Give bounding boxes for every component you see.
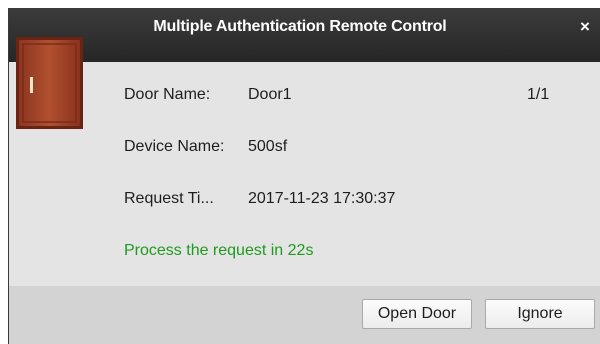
request-counter: 1/1 (527, 86, 550, 103)
close-icon[interactable]: × (580, 0, 590, 54)
request-time-label: Request Ti... (124, 190, 214, 207)
auth-dialog (8, 8, 600, 344)
door-name-label: Door Name: (124, 86, 211, 103)
ignore-button[interactable]: Ignore (485, 299, 595, 329)
status-message: Process the request in 22s (124, 242, 314, 259)
request-time-value: 2017-11-23 17:30:37 (248, 190, 396, 207)
open-door-button[interactable]: Open Door (362, 299, 472, 329)
dialog-title: Multiple Authentication Remote Control (153, 18, 447, 35)
device-name-value: 500sf (248, 138, 288, 155)
door-icon (16, 37, 83, 129)
door-name-value: Door1 (248, 86, 292, 103)
device-name-label: Device Name: (124, 138, 225, 155)
